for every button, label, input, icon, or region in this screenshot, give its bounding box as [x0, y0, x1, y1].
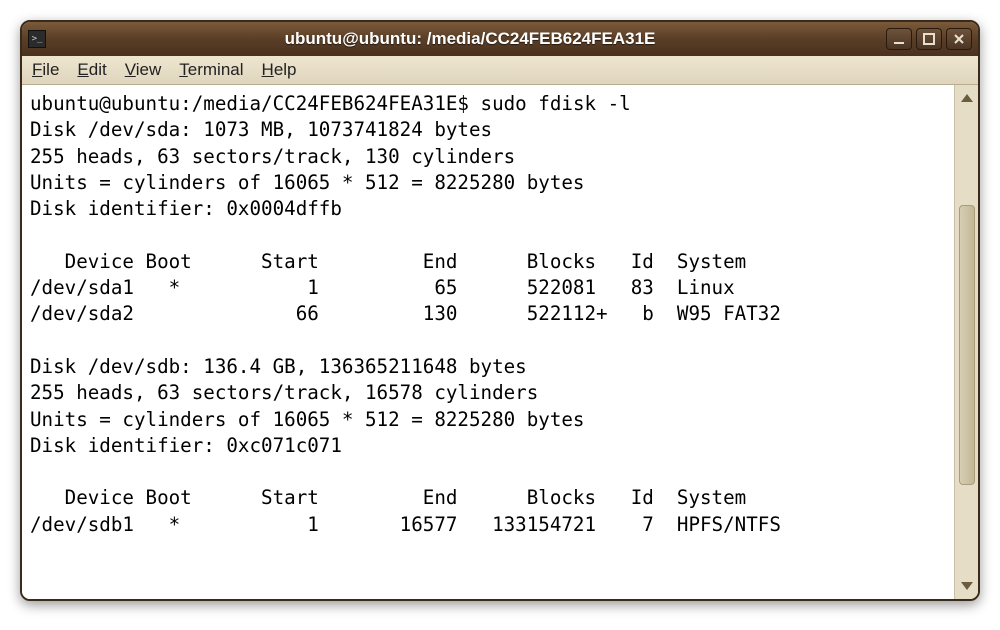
app-icon: >_ — [28, 30, 46, 48]
titlebar[interactable]: >_ ubuntu@ubuntu: /media/CC24FEB624FEA31… — [22, 22, 978, 56]
window-title: ubuntu@ubuntu: /media/CC24FEB624FEA31E — [54, 29, 886, 49]
prompt: ubuntu@ubuntu:/media/CC24FEB624FEA31E$ — [30, 92, 481, 115]
menubar: File Edit View Terminal Help — [22, 56, 978, 85]
window-controls — [886, 28, 972, 50]
scroll-down-button[interactable] — [958, 577, 976, 595]
menu-view-rest: iew — [136, 60, 162, 79]
output: Disk /dev/sda: 1073 MB, 1073741824 bytes… — [30, 118, 781, 535]
command: sudo fdisk -l — [481, 92, 631, 115]
terminal-area: ubuntu@ubuntu:/media/CC24FEB624FEA31E$ s… — [22, 85, 978, 599]
terminal-window: >_ ubuntu@ubuntu: /media/CC24FEB624FEA31… — [20, 20, 980, 601]
scroll-up-button[interactable] — [958, 89, 976, 107]
scrollbar[interactable] — [954, 85, 978, 599]
menu-edit-rest: dit — [89, 60, 107, 79]
scroll-thumb[interactable] — [959, 205, 975, 485]
menu-file[interactable]: File — [32, 60, 59, 80]
menu-terminal[interactable]: Terminal — [179, 60, 243, 80]
close-button[interactable] — [946, 28, 972, 50]
menu-view[interactable]: View — [125, 60, 162, 80]
minimize-button[interactable] — [886, 28, 912, 50]
menu-file-rest: ile — [42, 60, 59, 79]
menu-terminal-rest: erminal — [188, 60, 244, 79]
maximize-button[interactable] — [916, 28, 942, 50]
terminal-content[interactable]: ubuntu@ubuntu:/media/CC24FEB624FEA31E$ s… — [22, 85, 954, 599]
menu-edit[interactable]: Edit — [77, 60, 106, 80]
menu-help-rest: elp — [274, 60, 297, 79]
menu-help[interactable]: Help — [262, 60, 297, 80]
